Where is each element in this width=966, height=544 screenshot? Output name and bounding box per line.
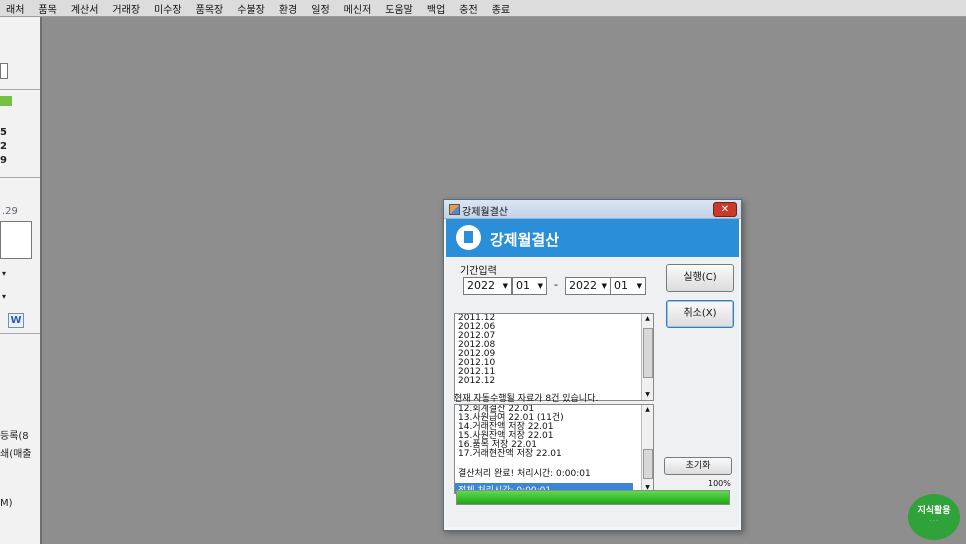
month-list-scrollbar[interactable]: ▲ ▼: [641, 314, 653, 400]
banner: 강제월결산: [446, 219, 739, 257]
banner-title: 강제월결산: [490, 231, 560, 249]
scroll-thumb[interactable]: [643, 328, 653, 378]
to-month-select[interactable]: 01 ▼: [610, 277, 646, 295]
progress-fill: [457, 491, 729, 504]
to-year-value: 2022: [569, 279, 597, 292]
watermark-logo: 지식활용 · · ·: [908, 494, 960, 540]
force-month-close-dialog: 강제월결산 ✕ 강제월결산 기간입력 2022 ▼ 01 ▼ - 2022 ▼ …: [443, 199, 742, 531]
left-field[interactable]: [0, 63, 8, 79]
menu-item[interactable]: 래처: [6, 1, 24, 16]
chevron-down-icon: ▼: [537, 282, 543, 290]
list-item[interactable]: 17.거래현잔액 저장 22.01: [455, 450, 653, 459]
month-list-items: 2011.12 2012.06 2012.07 2012.08 2012.09 2012.…: [455, 314, 653, 386]
divider: [0, 333, 40, 334]
left-text-3: M): [0, 498, 13, 509]
chevron-down-icon: ▼: [636, 282, 642, 290]
dialog-title: 강제월결산: [462, 207, 508, 218]
scroll-up-icon[interactable]: ▲: [642, 405, 653, 415]
close-button[interactable]: ✕: [713, 202, 737, 217]
scroll-up-icon[interactable]: ▲: [642, 314, 653, 324]
log-list-scrollbar[interactable]: ▲ ▼: [641, 405, 653, 493]
chevron-down-icon: ▼: [502, 282, 508, 290]
from-year-value: 2022: [467, 279, 495, 292]
month-list[interactable]: 2011.12 2012.06 2012.07 2012.08 2012.09 2012.…: [454, 313, 654, 401]
progress-bar: [456, 490, 730, 505]
from-month-select[interactable]: 01 ▼: [512, 277, 547, 295]
left-box[interactable]: [0, 221, 32, 259]
left-value-1: 5: [0, 127, 7, 138]
menu-item[interactable]: 종료: [492, 1, 510, 16]
scroll-thumb[interactable]: [643, 449, 653, 479]
menubar: 래처 품목 계산서 거래장 미수장 품목장 수불장 환경 일정 메신저 도움말 백업 충전 종료: [0, 0, 966, 17]
left-arrow-2[interactable]: ▾: [2, 292, 6, 301]
period-separator: -: [554, 278, 558, 291]
menu-item[interactable]: 백업: [427, 1, 445, 16]
left-text-2: 쇄(매출: [0, 449, 32, 460]
from-year-select[interactable]: 2022 ▼: [463, 277, 512, 295]
cancel-button[interactable]: 취소(X): [666, 300, 734, 328]
to-year-select[interactable]: 2022 ▼: [565, 277, 611, 295]
list-item[interactable]: 2012.12: [455, 377, 653, 386]
left-arrow[interactable]: ▾: [2, 269, 6, 278]
document-icon: [456, 225, 481, 250]
dialog-body: 기간입력 2022 ▼ 01 ▼ - 2022 ▼ 01 ▼ 실행(C) 취소(…: [446, 257, 739, 527]
menu-item[interactable]: 품목: [38, 1, 56, 16]
menu-item[interactable]: 메신저: [344, 1, 372, 16]
status-indicator: [0, 96, 12, 106]
done-text: 결산처리 완료! 처리시간: 0:00:01: [458, 469, 591, 479]
menu-item[interactable]: 품목장: [196, 1, 224, 16]
menu-item[interactable]: 미수장: [154, 1, 182, 16]
reset-button[interactable]: 초기화: [664, 457, 732, 475]
menu-item[interactable]: 계산서: [71, 1, 99, 16]
menu-item[interactable]: 환경: [279, 1, 297, 16]
close-icon: ✕: [720, 204, 730, 215]
left-value-3: 9: [0, 155, 7, 166]
left-text-1: 등록(8: [0, 431, 29, 442]
left-panel: 5 2 9 .29 ▾ ▾ W 등록(8 쇄(매출 M): [0, 17, 42, 544]
log-list-items: 12.회계결산 22.01 13.사원급여 22.01 (11건) 14.거래잔액 …: [455, 405, 653, 459]
menu-item[interactable]: 도움말: [385, 1, 413, 16]
left-value-2: 2: [0, 141, 7, 152]
menu-item[interactable]: 거래장: [112, 1, 140, 16]
menu-item[interactable]: 충전: [459, 1, 477, 16]
chevron-down-icon: ▼: [601, 282, 607, 290]
menu-item[interactable]: 수불장: [237, 1, 265, 16]
app-icon: [449, 204, 460, 215]
menu-item[interactable]: 일정: [311, 1, 329, 16]
scroll-down-icon[interactable]: ▼: [642, 390, 653, 400]
word-icon[interactable]: W: [8, 313, 24, 328]
execute-button[interactable]: 실행(C): [666, 264, 734, 292]
status-text: 현재 자동수행될 자료가 8건 있습니다.: [454, 394, 599, 404]
from-month-value: 01: [516, 279, 530, 292]
period-label: 기간입력: [460, 266, 497, 277]
to-month-value: 01: [614, 279, 628, 292]
left-date: .29: [2, 206, 18, 217]
divider: [0, 177, 40, 178]
title-bar[interactable]: 강제월결산 ✕: [444, 200, 741, 219]
progress-percent: 100%: [708, 479, 731, 488]
divider: [0, 89, 40, 90]
log-list[interactable]: 12.회계결산 22.01 13.사원급여 22.01 (11건) 14.거래잔액 …: [454, 404, 654, 494]
